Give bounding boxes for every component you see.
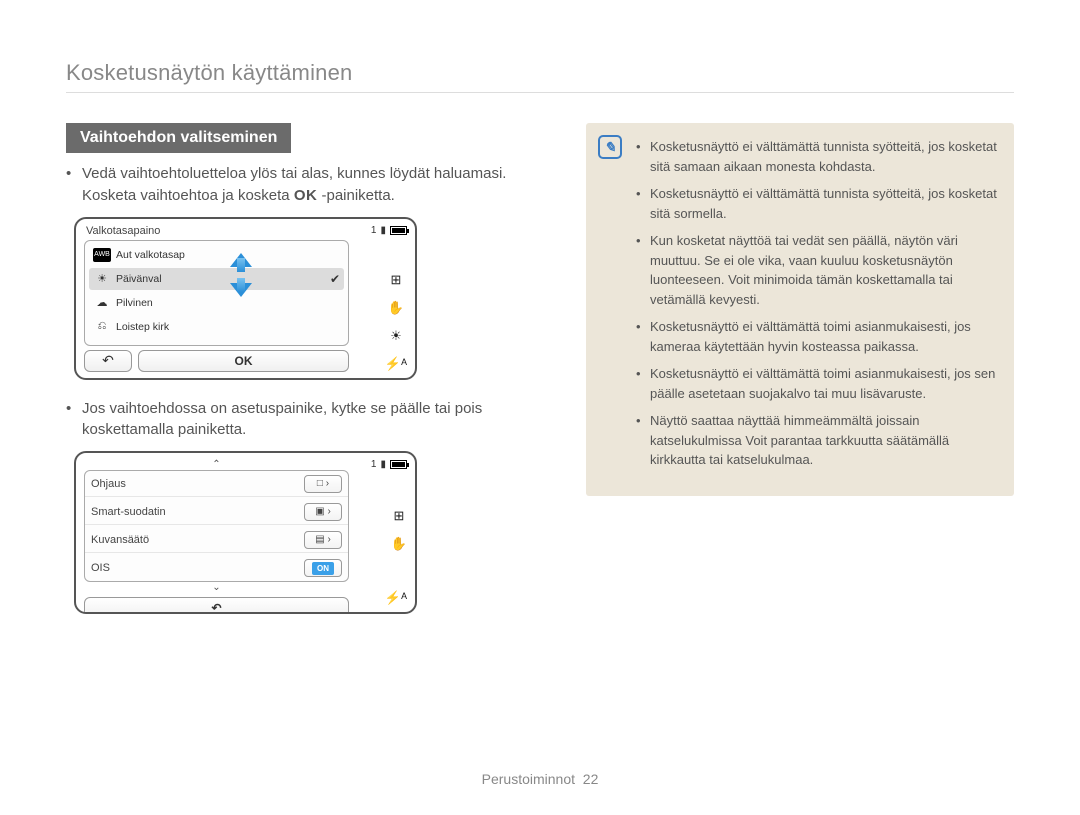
shot-counter: 1 xyxy=(371,459,377,470)
fluorescent-icon: ⎌ xyxy=(93,320,111,334)
scroll-up-arrow-icon xyxy=(230,245,252,275)
shot-counter: 1 xyxy=(371,225,377,236)
note-item: Kosketusnäyttö ei välttämättä toimi asia… xyxy=(650,364,998,403)
fig2-list: Ohjaus □ › Smart-suodatin ▣ › Kuvansäätö… xyxy=(84,470,349,582)
note-icon: ✎ xyxy=(598,135,622,159)
scroll-down-arrow-icon xyxy=(230,275,252,305)
list-label: Pilvinen xyxy=(116,297,153,309)
row-label: Ohjaus xyxy=(91,478,126,490)
check-icon: ✔ xyxy=(330,272,340,286)
sd-icon: ▮ xyxy=(380,225,386,236)
row-label: Kuvansäätö xyxy=(91,534,149,546)
ok-glyph-icon: OK xyxy=(294,187,318,204)
chevron-up-icon[interactable]: ⌃ xyxy=(84,459,349,470)
note-item: Kosketusnäyttö ei välttämättä tunnista s… xyxy=(650,137,998,176)
hand-icon: ✋ xyxy=(388,300,404,316)
list-label: Aut valkotasap xyxy=(116,249,185,261)
sd-icon: ▮ xyxy=(380,459,386,470)
chevron-down-icon[interactable]: ⌄ xyxy=(84,582,349,593)
bullet2-text: Jos vaihtoehdossa on asetuspainike, kytk… xyxy=(82,398,562,442)
note-item: Kosketusnäyttö ei välttämättä toimi asia… xyxy=(650,317,998,356)
list-item[interactable]: AWB Aut valkotasap xyxy=(89,244,344,266)
status-bar: 1 ▮ xyxy=(371,225,407,236)
page-footer: Perustoiminnot 22 xyxy=(0,771,1080,787)
settings-row[interactable]: Smart-suodatin ▣ › xyxy=(85,499,348,525)
settings-row[interactable]: Kuvansäätö ▤ › xyxy=(85,527,348,553)
list-label: Päivänval xyxy=(116,273,162,285)
fig1-title: Valkotasapaino xyxy=(84,225,349,237)
flash-auto-icon: ⚡ᴬ xyxy=(385,356,407,372)
bullet-2: • Jos vaihtoehdossa on asetuspainike, ky… xyxy=(66,398,562,442)
settings-row[interactable]: Ohjaus □ › xyxy=(85,471,348,497)
list-item[interactable]: ⎌ Loistep kirk xyxy=(89,316,344,338)
grid-icon: ⊞ xyxy=(391,272,402,288)
note-item: Näyttö saattaa näyttää himmeämmältä jois… xyxy=(650,411,998,470)
awb-icon: AWB xyxy=(93,248,111,262)
note-box: ✎ •Kosketusnäyttö ei välttämättä tunnist… xyxy=(586,123,1014,496)
row-control[interactable]: ▤ › xyxy=(304,531,342,549)
row-control[interactable]: □ › xyxy=(304,475,342,493)
brightness-icon: ☀ xyxy=(390,328,402,344)
fig1-list: AWB Aut valkotasap ☀ Päivänval ✔ ☁ Pilvi… xyxy=(84,240,349,346)
ok-button[interactable]: OK xyxy=(138,350,349,372)
grid-icon: ⊞ xyxy=(393,508,404,524)
settings-row[interactable]: OIS ON xyxy=(85,555,348,581)
row-label: Smart-suodatin xyxy=(91,506,166,518)
page-number: 22 xyxy=(583,771,599,787)
battery-icon xyxy=(390,226,407,235)
on-toggle[interactable]: ON xyxy=(304,559,342,577)
list-item[interactable]: ☁ Pilvinen xyxy=(89,292,344,314)
sun-icon: ☀ xyxy=(93,272,111,286)
note-item: Kosketusnäyttö ei välttämättä tunnista s… xyxy=(650,184,998,223)
figure-1: Valkotasapaino AWB Aut valkotasap ☀ Päiv… xyxy=(74,217,562,380)
list-label: Loistep kirk xyxy=(116,321,169,333)
footer-label: Perustoiminnot xyxy=(482,771,575,787)
bullet-1: • Vedä vaihtoehtoluetteloa ylös tai alas… xyxy=(66,163,562,207)
status-bar: 1 ▮ xyxy=(371,459,407,470)
figure-2: ⌃ Ohjaus □ › Smart-suodatin ▣ › Kuvansää… xyxy=(74,451,562,614)
hand-icon: ✋ xyxy=(391,536,407,552)
back-button[interactable]: ↶ xyxy=(84,597,349,614)
row-label: OIS xyxy=(91,562,110,574)
flash-auto-icon: ⚡ᴬ xyxy=(385,590,407,606)
row-control[interactable]: ▣ › xyxy=(304,503,342,521)
cloud-icon: ☁ xyxy=(93,296,111,310)
battery-icon xyxy=(390,460,407,469)
page-title: Kosketusnäytön käyttäminen xyxy=(66,60,1014,93)
note-item: Kun kosketat näyttöä tai vedät sen pääll… xyxy=(650,231,998,309)
back-button[interactable]: ↶ xyxy=(84,350,132,372)
list-item[interactable]: ☀ Päivänval ✔ xyxy=(89,268,344,290)
section-heading: Vaihtoehdon valitseminen xyxy=(66,123,291,153)
bullet1-post: -painiketta. xyxy=(317,187,395,204)
